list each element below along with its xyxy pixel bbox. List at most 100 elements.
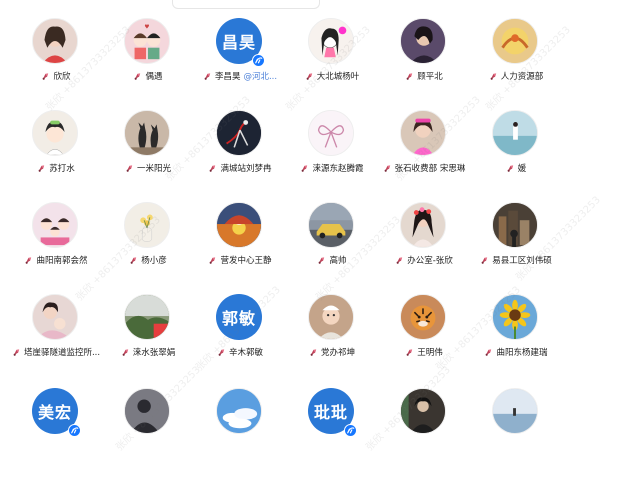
contact-card[interactable] [378,388,470,480]
user-tag-icon [406,72,413,80]
contact-card[interactable]: 易县工区刘伟硕 [470,202,562,294]
woman-flowers-icon [401,203,445,247]
avatar[interactable] [32,110,78,156]
contact-card[interactable] [194,388,286,480]
contact-name: 王明伟 [417,348,443,358]
girl-photo-icon [401,111,445,155]
contact-card[interactable]: 美宏 [10,388,102,480]
contact-card[interactable]: 塔崖驿隧道监控所... [10,294,102,386]
contact-card[interactable]: 一米阳光 [102,110,194,202]
user-tag-icon [302,164,308,172]
contact-name: 杨小彦 [141,256,167,266]
avatar[interactable] [400,388,446,434]
cartoon-autumn-icon [217,203,261,247]
user-tag-icon [38,164,45,172]
contact-card[interactable]: 杨小彦 [102,202,194,294]
contact-label: 易县工区刘伟硕 [470,254,562,266]
contact-card[interactable]: 欣欣 [10,18,102,110]
avatar[interactable] [492,18,538,64]
avatar[interactable] [124,202,170,248]
avatar[interactable]: ♥ [124,18,170,64]
contact-name: 曲阳东杨建瑞 [496,348,548,358]
avatar[interactable] [124,294,170,340]
contact-label: 营发中心王静 [194,254,286,266]
contact-card[interactable]: 张石收费部 宋思琳 [378,110,470,202]
contact-card[interactable]: 曲阳东杨建瑞 [470,294,562,386]
avatar[interactable] [308,202,354,248]
contact-card[interactable]: 王明伟 [378,294,470,386]
contact-label: 苏打水 [10,162,102,174]
avatar[interactable] [400,202,446,248]
contact-label: 偶遇 [102,70,194,82]
contact-label: 张石收费部 宋思琳 [378,162,470,174]
user-tag-icon [490,72,496,80]
contact-label: 欣欣 [10,70,102,82]
avatar[interactable] [492,294,538,340]
verified-badge-icon [252,54,265,67]
contact-card[interactable]: 顾平北 [378,18,470,110]
avatar[interactable] [124,110,170,156]
contact-name: 易县工区刘伟硕 [492,256,552,266]
cartoon-kid-icon [33,111,77,155]
contact-card[interactable]: 苏打水 [10,110,102,202]
contact-label: 涞源东赵腾霞 [286,162,378,174]
contact-name: 张石收费部 宋思琳 [394,164,466,174]
contact-org-tag[interactable]: @河北... [243,70,277,82]
contact-card[interactable]: 涞源东赵腾霞 [286,110,378,202]
woman-portrait-icon [33,19,77,63]
contact-card[interactable]: 涞水张翠娟 [102,294,194,386]
avatar[interactable] [216,110,262,156]
contact-label: 涞水张翠娟 [102,346,194,358]
city-night-icon [493,203,537,247]
contact-name: 李昌昊 [214,72,241,82]
contact-name: 大北城杨叶 [316,72,360,82]
avatar[interactable] [492,110,538,156]
avatar[interactable] [400,294,446,340]
contact-label: 塔崖驿隧道监控所... [10,346,102,358]
cats-silhouette-icon [125,111,169,155]
contact-card[interactable]: 郭敏 辛木郭敏 [194,294,286,386]
contact-card[interactable] [470,388,562,480]
avatar[interactable] [32,18,78,64]
contact-card[interactable]: 玭玭 [286,388,378,480]
user-tag-icon [126,164,133,172]
contact-name: 党办祁坤 [320,348,355,358]
avatar[interactable] [308,18,354,64]
contact-card[interactable]: 营发中心王静 [194,202,286,294]
contact-card[interactable]: 媛 [470,110,562,202]
contact-card[interactable]: 曲阳南郭会然 [10,202,102,294]
avatar[interactable] [32,202,78,248]
contact-card[interactable]: 党办祁坤 [286,294,378,386]
contact-card[interactable]: 人力资源部 [470,18,562,110]
user-tag-icon [210,256,216,264]
avatar[interactable] [308,110,354,156]
contact-card[interactable]: 办公室-张欣 [378,202,470,294]
contact-card[interactable]: 昌昊 李昌昊 @河北... [194,18,286,110]
silhouette-icon [125,389,169,433]
avatar[interactable] [492,202,538,248]
avatar[interactable] [32,294,78,340]
avatar[interactable] [124,388,170,434]
contact-label: 满城站刘梦冉 [194,162,286,174]
contact-name: 高帅 [329,256,347,266]
avatar[interactable] [308,294,354,340]
contact-card[interactable]: ♥ 偶遇 [102,18,194,110]
avatar[interactable] [216,388,262,434]
contact-card[interactable] [102,388,194,480]
avatar[interactable] [492,388,538,434]
user-tag-icon [135,72,141,80]
verified-badge-icon [68,424,81,437]
user-tag-icon [310,348,317,356]
user-tag-icon [319,256,325,264]
avatar[interactable]: 郭敏 [216,294,262,340]
family-cartoon-icon [33,203,77,247]
contact-name: 办公室-张欣 [407,256,453,266]
avatar[interactable] [400,18,446,64]
contact-card[interactable]: 满城站刘梦冉 [194,110,286,202]
contact-card[interactable]: 高帅 [286,202,378,294]
contact-card[interactable]: 大北城杨叶 [286,18,378,110]
user-tag-icon [396,256,403,264]
contact-name: 曲阳南郭会然 [36,256,88,266]
avatar[interactable] [400,110,446,156]
avatar[interactable] [216,202,262,248]
